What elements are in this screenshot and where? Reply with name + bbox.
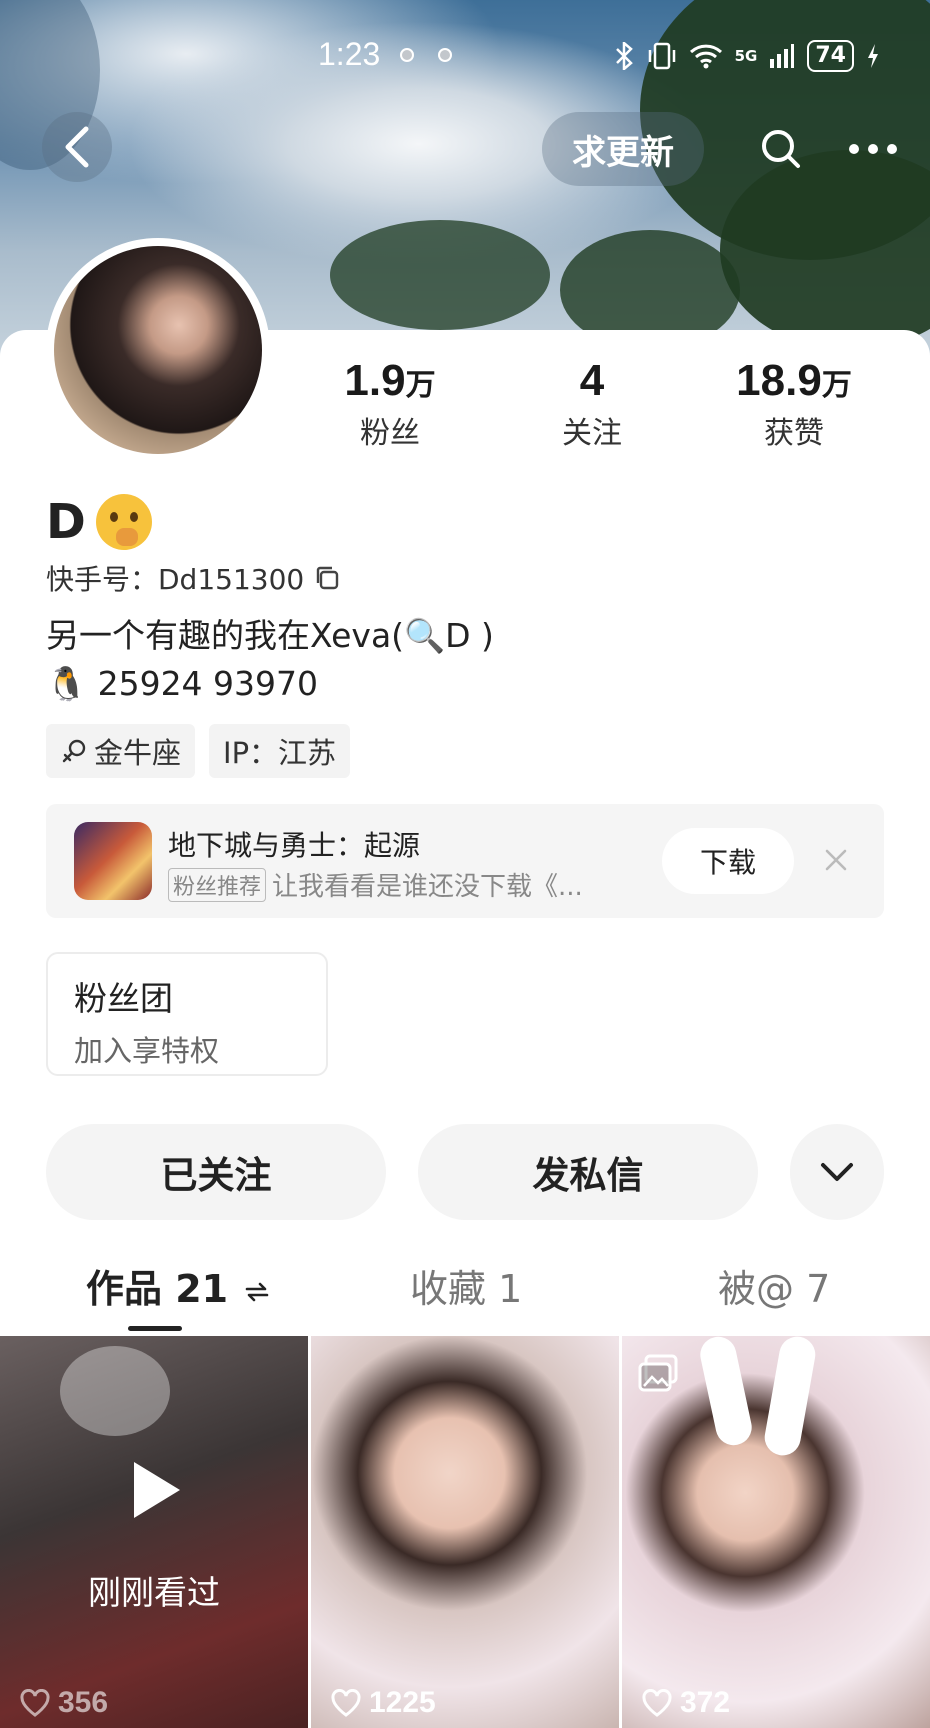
- video-grid: 刚刚看过 356 1225 372: [0, 1336, 930, 1728]
- fan-club-subtitle: 加入享特权: [74, 1034, 220, 1068]
- heart-icon: [20, 1689, 50, 1717]
- ad-subtitle-text: 让我看看是谁还没下载《...: [272, 872, 583, 902]
- ad-close-button[interactable]: [816, 840, 856, 880]
- video-thumbnail[interactable]: 1225: [311, 1336, 619, 1728]
- stat-following-label: 关注: [562, 416, 622, 451]
- following-button[interactable]: 已关注: [46, 1124, 386, 1220]
- vibrate-icon: [648, 42, 675, 70]
- stat-likes-label: 获赞: [764, 416, 824, 451]
- heart-icon: [642, 1689, 672, 1717]
- kuaishou-id: 快手号：Dd151300: [46, 558, 340, 598]
- back-button[interactable]: [42, 112, 112, 182]
- notification-icon: [438, 48, 452, 62]
- more-button[interactable]: [836, 112, 910, 186]
- profile-tags: 金牛座 IP：江苏: [46, 724, 351, 778]
- close-icon: [825, 849, 847, 871]
- image-icon: [638, 1354, 678, 1392]
- signal-icon: [770, 44, 795, 68]
- game-app-icon: [74, 822, 152, 900]
- copy-icon[interactable]: [314, 565, 340, 591]
- stat-followers-label: 粉丝: [360, 416, 420, 451]
- switch-arrows-icon[interactable]: [245, 1282, 269, 1302]
- status-time: 1:23: [318, 36, 381, 72]
- message-button[interactable]: 发私信: [418, 1124, 758, 1220]
- hushed-face-emoji-icon: [95, 494, 152, 550]
- video-thumbnail[interactable]: 372: [622, 1336, 930, 1728]
- status-right: 5G 74: [613, 40, 880, 72]
- video-likes: 1225: [331, 1686, 436, 1720]
- request-update-button[interactable]: 求更新: [542, 112, 704, 186]
- play-icon: [134, 1462, 180, 1518]
- video-likes: 356: [20, 1686, 108, 1720]
- tab-works-label: 作品 21: [86, 1267, 229, 1311]
- stat-following[interactable]: 4 关注: [482, 356, 702, 452]
- video-thumbnail[interactable]: 刚刚看过 356: [0, 1336, 308, 1728]
- tag-ip-label: IP：江苏: [223, 736, 337, 770]
- ad-title: 地下城与勇士：起源: [168, 829, 421, 862]
- battery-indicator: 74: [807, 40, 854, 72]
- profile-name-text: D: [46, 494, 86, 550]
- search-button[interactable]: [744, 112, 818, 186]
- tag-zodiac-label: 金牛座: [94, 736, 182, 770]
- bio-line-2: 🐧 25924 93970: [46, 664, 319, 703]
- top-actions: 求更新: [542, 112, 910, 186]
- bio: 另一个有趣的我在Xeva(🔍D ) 🐧 25924 93970: [46, 612, 494, 708]
- back-arrow-icon: [65, 126, 89, 168]
- video-likes-count: 356: [58, 1686, 109, 1719]
- recently-watched-label: 刚刚看过: [88, 1573, 220, 1612]
- avatar[interactable]: [46, 238, 270, 462]
- tab-favorites[interactable]: 收藏 1: [410, 1258, 522, 1313]
- stat-likes-value: 18.9: [736, 356, 822, 405]
- game-ad-card[interactable]: 地下城与勇士：起源 粉丝推荐 让我看看是谁还没下载《... 下载: [46, 804, 884, 918]
- female-sign-icon: [62, 739, 86, 763]
- tag-ip: IP：江苏: [209, 724, 351, 778]
- bluetooth-icon: [615, 42, 633, 70]
- avatar-image: [54, 246, 262, 454]
- ad-subtitle: 粉丝推荐 让我看看是谁还没下载《...: [168, 866, 583, 903]
- more-dots-icon: [849, 144, 897, 154]
- stat-followers-unit: 万: [405, 369, 436, 402]
- tab-works[interactable]: 作品 21: [86, 1258, 269, 1313]
- stat-followers-value: 1.9: [344, 356, 406, 405]
- active-tab-indicator: [128, 1326, 182, 1331]
- charging-icon: [868, 44, 878, 68]
- notification-icon: [400, 48, 414, 62]
- stat-likes-unit: 万: [821, 369, 852, 402]
- ad-badge: 粉丝推荐: [168, 867, 267, 902]
- profile-actions: 已关注 发私信: [46, 1124, 884, 1220]
- fan-club-title: 粉丝团: [74, 979, 173, 1018]
- expand-button[interactable]: [790, 1124, 884, 1220]
- video-likes-count: 1225: [369, 1686, 436, 1719]
- network-label: 5G: [734, 47, 758, 65]
- bio-line-1: 另一个有趣的我在Xeva(🔍D ): [46, 616, 494, 655]
- stat-followers[interactable]: 1.9万 粉丝: [280, 356, 500, 452]
- content-tabs: 作品 21 收藏 1 被@ 7: [0, 1258, 930, 1328]
- video-likes: 372: [642, 1686, 730, 1720]
- kuaishou-id-text: 快手号：Dd151300: [46, 563, 305, 596]
- tag-zodiac: 金牛座: [46, 724, 196, 778]
- status-bar: 1:23 5G 74: [0, 36, 930, 76]
- search-icon: [762, 130, 800, 168]
- wifi-icon: [689, 44, 722, 69]
- fan-club-card[interactable]: 粉丝团 加入享特权: [46, 952, 328, 1076]
- stat-likes[interactable]: 18.9万 获赞: [684, 356, 904, 452]
- profile-name: D: [46, 494, 152, 550]
- stat-following-value: 4: [579, 356, 605, 405]
- ad-download-button[interactable]: 下载: [662, 828, 794, 894]
- tab-mentions[interactable]: 被@ 7: [718, 1258, 830, 1313]
- video-likes-count: 372: [680, 1686, 731, 1719]
- heart-icon: [331, 1689, 361, 1717]
- chevron-down-icon: [821, 1163, 853, 1181]
